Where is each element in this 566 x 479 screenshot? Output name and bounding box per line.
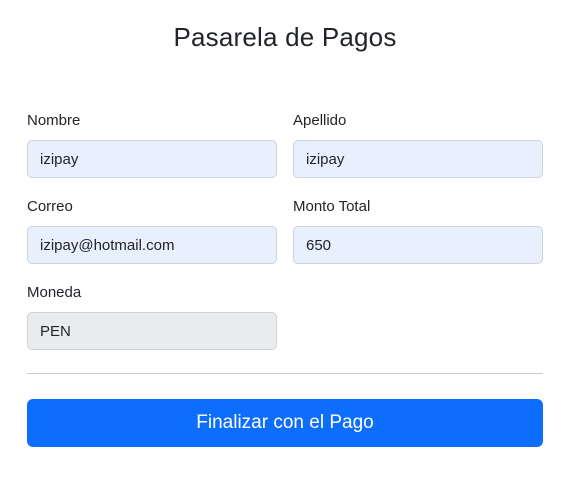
page-title: Pasarela de Pagos xyxy=(173,22,397,52)
correo-field-group: Correo xyxy=(27,198,277,264)
nombre-input[interactable] xyxy=(27,140,277,178)
moneda-field-group: Moneda xyxy=(27,284,277,350)
monto-label: Monto Total xyxy=(293,198,371,215)
correo-label: Correo xyxy=(27,198,73,215)
correo-input[interactable] xyxy=(27,226,277,264)
nombre-label: Nombre xyxy=(27,112,81,129)
moneda-label: Moneda xyxy=(27,284,82,301)
apellido-label: Apellido xyxy=(293,112,347,129)
monto-total-input[interactable] xyxy=(293,226,543,264)
payment-gateway-page: Pasarela de Pagos Nombre Apellido Correo… xyxy=(0,0,566,479)
apellido-field-group: Apellido xyxy=(293,112,543,178)
moneda-input xyxy=(27,312,277,350)
form-divider xyxy=(27,373,543,374)
nombre-field-group: Nombre xyxy=(27,112,277,178)
finalizar-pago-button[interactable]: Finalizar con el Pago xyxy=(27,399,543,447)
apellido-input[interactable] xyxy=(293,140,543,178)
monto-field-group: Monto Total xyxy=(293,198,543,264)
